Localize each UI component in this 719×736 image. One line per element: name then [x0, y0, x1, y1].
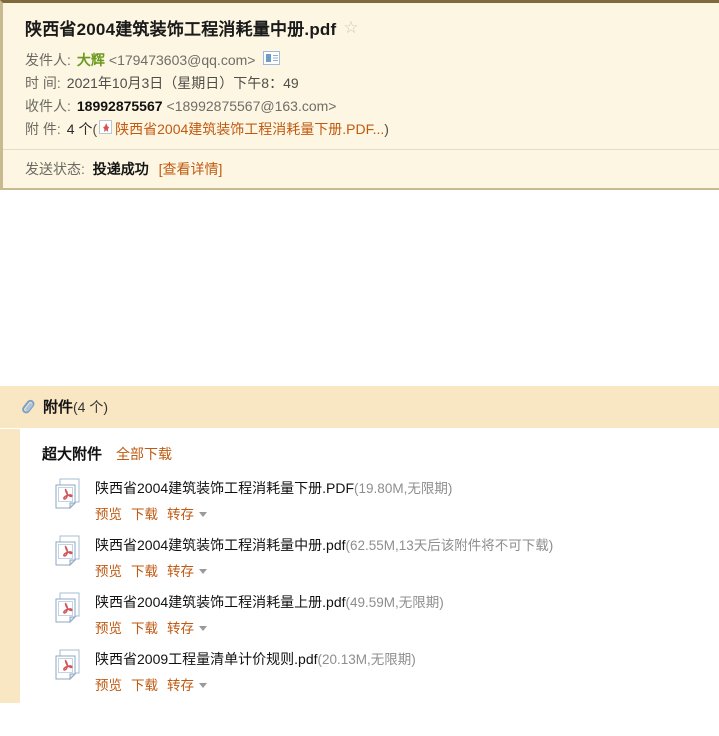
- attachment-actions: 预览 下载 转存: [95, 503, 452, 523]
- pdf-file-icon: [55, 478, 80, 510]
- save-to-link[interactable]: 转存: [167, 674, 194, 694]
- sender-label: 发件人:: [25, 52, 71, 68]
- sender-address[interactable]: <179473603@qq.com>: [109, 49, 256, 72]
- download-link[interactable]: 下载: [131, 674, 158, 694]
- attachment-count: 4 个: [66, 121, 93, 137]
- paperclip-icon: [17, 395, 39, 417]
- pdf-file-icon: [54, 592, 84, 626]
- attachment-item: 陕西省2009工程量清单计价规则.pdf(20.13M,无限期) 预览 下载 转…: [20, 645, 719, 702]
- attachment-meta: (62.55M,13天后该附件将不可下载): [345, 538, 554, 553]
- attachment-filename[interactable]: 陕西省2004建筑装饰工程消耗量中册.pdf: [95, 537, 346, 553]
- pdf-file-icon: [54, 649, 84, 683]
- pdf-file-icon: [55, 592, 80, 624]
- attachment-actions: 预览 下载 转存: [95, 560, 553, 580]
- attachment-meta: (19.80M,无限期): [354, 481, 453, 496]
- sender-name[interactable]: 大辉: [77, 49, 105, 72]
- contact-card-icon[interactable]: [263, 51, 281, 65]
- pdf-file-icon: [99, 120, 113, 134]
- bigfile-label: 超大附件: [42, 446, 103, 463]
- chevron-down-icon[interactable]: [199, 568, 207, 574]
- attachment-info: 陕西省2004建筑装饰工程消耗量下册.PDF(19.80M,无限期) 预览 下载…: [95, 478, 452, 523]
- attachment-info: 陕西省2004建筑装饰工程消耗量中册.pdf(62.55M,13天后该附件将不可…: [95, 535, 553, 580]
- attachment-first-name-link[interactable]: 陕西省2004建筑装饰工程消耗量下册.PDF...: [115, 118, 384, 141]
- pdf-file-icon: [55, 535, 80, 567]
- chevron-down-icon[interactable]: [199, 511, 207, 517]
- mail-body-content: [0, 190, 719, 386]
- attachments-section: 附件 (4 个) 超大附件 全部下载 陕西省2004建筑装饰工程消耗量下册.PD…: [0, 386, 719, 703]
- pdf-file-icon: [54, 535, 84, 569]
- status-badge: 投递成功: [92, 161, 149, 177]
- attachment-name-line: 陕西省2009工程量清单计价规则.pdf(20.13M,无限期): [95, 650, 416, 669]
- attachment-meta: (20.13M,无限期): [317, 652, 416, 667]
- open-paren: (: [92, 121, 98, 137]
- attachment-item: 陕西省2004建筑装饰工程消耗量下册.PDF(19.80M,无限期) 预览 下载…: [20, 474, 719, 531]
- sender-row: 发件人: 大辉 <179473603@qq.com>: [25, 49, 719, 72]
- pdf-file-icon: [55, 649, 80, 681]
- attachments-count: (4 个): [73, 398, 109, 415]
- recipient-name[interactable]: 18992875567: [77, 95, 163, 118]
- time-value: 2021年10月3日（星期日）下午8：49: [66, 75, 299, 91]
- time-row: 时 间: 2021年10月3日（星期日）下午8：49: [25, 72, 719, 95]
- attachment-name-line: 陕西省2004建筑装饰工程消耗量下册.PDF(19.80M,无限期): [95, 479, 452, 498]
- attachment-meta-row: 附 件: 4 个 ( 陕西省2004建筑装饰工程消耗量下册.PDF... ): [25, 118, 719, 141]
- recipient-row: 收件人: 18992875567 <18992875567@163.com>: [25, 95, 719, 118]
- preview-link[interactable]: 预览: [95, 503, 122, 523]
- preview-link[interactable]: 预览: [95, 617, 122, 637]
- header-divider: [3, 188, 719, 190]
- download-link[interactable]: 下载: [131, 560, 158, 580]
- attachments-body: 超大附件 全部下载 陕西省2004建筑装饰工程消耗量下册.PDF(19.80M,…: [0, 429, 719, 703]
- preview-link[interactable]: 预览: [95, 560, 122, 580]
- time-label: 时 间:: [25, 75, 61, 91]
- download-link[interactable]: 下载: [131, 617, 158, 637]
- attachment-info: 陕西省2009工程量清单计价规则.pdf(20.13M,无限期) 预览 下载 转…: [95, 649, 416, 694]
- save-to-link[interactable]: 转存: [167, 560, 194, 580]
- attachment-name-line: 陕西省2004建筑装饰工程消耗量上册.pdf(49.59M,无限期): [95, 593, 444, 612]
- attachment-meta: (49.59M,无限期): [345, 595, 444, 610]
- attachment-item: 陕西省2004建筑装饰工程消耗量上册.pdf(49.59M,无限期) 预览 下载…: [20, 588, 719, 645]
- chevron-down-icon[interactable]: [199, 625, 207, 631]
- attachments-header: 附件 (4 个): [0, 386, 719, 429]
- pdf-file-icon: [54, 478, 84, 512]
- save-to-link[interactable]: 转存: [167, 617, 194, 637]
- attachment-filename[interactable]: 陕西省2004建筑装饰工程消耗量下册.PDF: [95, 480, 354, 496]
- attachment-actions: 预览 下载 转存: [95, 674, 416, 694]
- attachments-title: 附件: [43, 399, 74, 416]
- save-to-link[interactable]: 转存: [167, 503, 194, 523]
- download-link[interactable]: 下载: [131, 503, 158, 523]
- attachment-name-line: 陕西省2004建筑装饰工程消耗量中册.pdf(62.55M,13天后该附件将不可…: [95, 536, 553, 555]
- page-title: 陕西省2004建筑装饰工程消耗量中册.pdf: [25, 20, 337, 39]
- close-paren: ): [384, 121, 389, 137]
- view-detail-link[interactable]: [查看详情]: [159, 161, 223, 177]
- attachment-item: 陕西省2004建筑装饰工程消耗量中册.pdf(62.55M,13天后该附件将不可…: [20, 531, 719, 588]
- attachment-list: 陕西省2004建筑装饰工程消耗量下册.PDF(19.80M,无限期) 预览 下载…: [20, 474, 719, 702]
- attachment-label: 附 件:: [25, 121, 61, 137]
- subject-row: 陕西省2004建筑装饰工程消耗量中册.pdf ☆: [25, 15, 719, 40]
- attachment-actions: 预览 下载 转存: [95, 617, 444, 637]
- recipient-label: 收件人:: [25, 98, 71, 114]
- attachment-filename[interactable]: 陕西省2009工程量清单计价规则.pdf: [95, 651, 318, 667]
- attachment-info: 陕西省2004建筑装饰工程消耗量上册.pdf(49.59M,无限期) 预览 下载…: [95, 592, 444, 637]
- chevron-down-icon[interactable]: [199, 682, 207, 688]
- star-outline-icon[interactable]: ☆: [343, 19, 358, 36]
- attachment-filename[interactable]: 陕西省2004建筑装饰工程消耗量上册.pdf: [95, 594, 346, 610]
- mail-header-panel: 陕西省2004建筑装饰工程消耗量中册.pdf ☆ 发件人: 大辉 <179473…: [0, 0, 719, 190]
- status-label: 发送状态:: [25, 161, 85, 177]
- send-status-bar: 发送状态: 投递成功 [查看详情]: [3, 149, 719, 188]
- download-all-link[interactable]: 全部下载: [116, 444, 172, 464]
- preview-link[interactable]: 预览: [95, 674, 122, 694]
- bigfile-row: 超大附件 全部下载: [20, 443, 719, 474]
- recipient-address[interactable]: <18992875567@163.com>: [167, 95, 337, 118]
